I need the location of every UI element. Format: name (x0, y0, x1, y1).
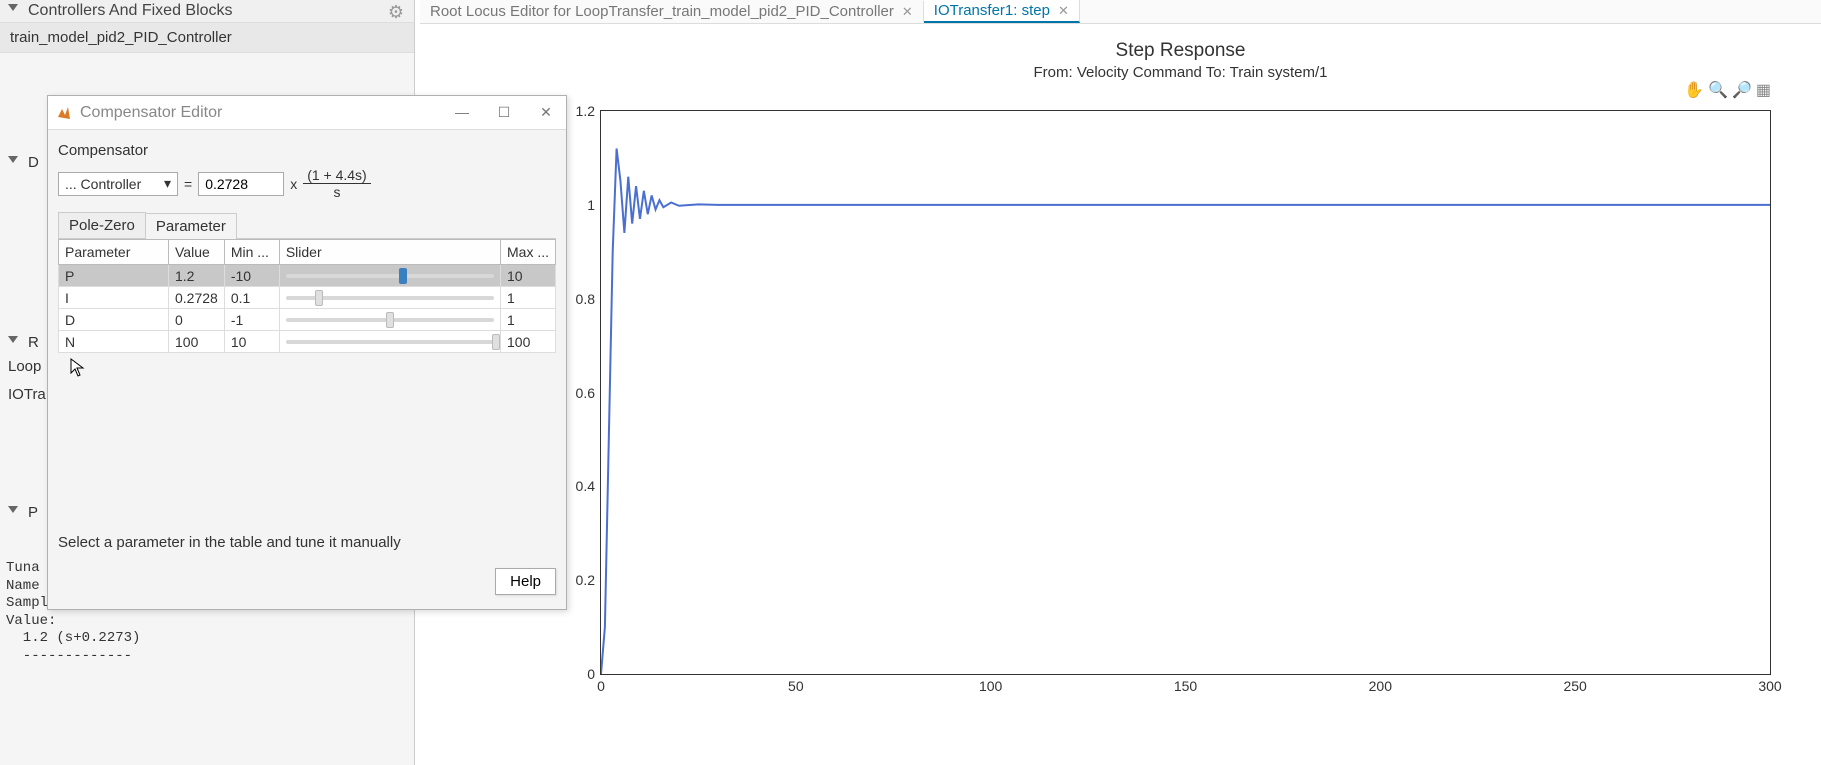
compensator-editor-dialog: Compensator Editor — ☐ ✕ Compensator ...… (47, 95, 567, 610)
param-min[interactable]: 0.1 (224, 287, 279, 309)
axes[interactable]: 00.20.40.60.811.2050100150200250300 (600, 110, 1771, 675)
y-tick: 0.8 (576, 291, 601, 307)
param-max[interactable]: 10 (501, 265, 556, 287)
minimize-button[interactable]: — (450, 104, 474, 121)
section-label-d: D (28, 154, 39, 171)
close-button[interactable]: ✕ (534, 104, 558, 121)
tab-label: Root Locus Editor for LoopTransfer_train… (430, 3, 894, 20)
table-row[interactable]: I0.27280.1 1 (59, 287, 556, 309)
y-tick: 0.4 (576, 478, 601, 494)
param-value[interactable]: 0 (169, 309, 225, 331)
step-curve (601, 111, 1770, 674)
param-value[interactable]: 1.2 (169, 265, 225, 287)
param-slider[interactable] (279, 309, 500, 331)
table-row[interactable]: N10010100 (59, 331, 556, 353)
matlab-logo-icon (56, 105, 72, 121)
formula-row: ... Controller ▾ = x (1 + 4.4s) s (58, 167, 556, 200)
x-tick: 0 (597, 674, 605, 694)
window-buttons: — ☐ ✕ (450, 104, 558, 121)
param-max[interactable]: 1 (501, 287, 556, 309)
dialog-title: Compensator Editor (80, 104, 450, 122)
param-name: N (59, 331, 169, 353)
y-tick: 1 (587, 197, 601, 213)
hint-text: Select a parameter in the table and tune… (58, 534, 401, 551)
compensator-label: Compensator (58, 138, 556, 167)
titlebar[interactable]: Compensator Editor — ☐ ✕ (48, 96, 566, 130)
param-min[interactable]: -1 (224, 309, 279, 331)
controllers-header[interactable]: Controllers And Fixed Blocks ⚙ (0, 0, 414, 22)
x-tick: 250 (1563, 674, 1586, 694)
plot-title: Step Response (560, 40, 1801, 62)
param-name: P (59, 265, 169, 287)
denominator: s (329, 184, 344, 200)
equals-sign: = (184, 176, 192, 192)
tab-pole-zero[interactable]: Pole-Zero (58, 212, 146, 238)
col-value[interactable]: Value (169, 240, 225, 265)
x-tick: 50 (788, 674, 804, 694)
col-max[interactable]: Max ... (501, 240, 556, 265)
transfer-fraction: (1 + 4.4s) s (303, 167, 371, 200)
dialog-body: Compensator ... Controller ▾ = x (1 + 4.… (48, 130, 566, 361)
main-tabs: Root Locus Editor for LoopTransfer_train… (420, 0, 1821, 24)
y-tick: 1.2 (576, 103, 601, 119)
maximize-button[interactable]: ☐ (492, 104, 516, 121)
section-label-p: P (28, 504, 38, 521)
param-value[interactable]: 100 (169, 331, 225, 353)
param-slider[interactable] (279, 265, 500, 287)
param-slider[interactable] (279, 287, 500, 309)
col-parameter[interactable]: Parameter (59, 240, 169, 265)
gear-icon[interactable]: ⚙ (388, 2, 404, 23)
x-tick: 100 (979, 674, 1002, 694)
chevron-down-icon (8, 336, 18, 343)
close-icon[interactable]: ✕ (1058, 3, 1069, 19)
help-button[interactable]: Help (495, 568, 556, 595)
param-min[interactable]: -10 (224, 265, 279, 287)
close-icon[interactable]: ✕ (902, 4, 913, 20)
numerator: (1 + 4.4s) (303, 167, 371, 184)
plot-area: Step Response From: Velocity Command To:… (560, 40, 1801, 745)
chevron-down-icon (8, 4, 18, 11)
param-name: I (59, 287, 169, 309)
x-tick: 200 (1369, 674, 1392, 694)
tabset: Pole-Zero Parameter (58, 212, 556, 239)
pan-icon[interactable]: ✋ (1684, 80, 1704, 100)
table-row[interactable]: P1.2-10 10 (59, 265, 556, 287)
zoom-in-icon[interactable]: 🔍 (1708, 80, 1728, 100)
chevron-down-icon: ▾ (164, 175, 171, 192)
param-max[interactable]: 1 (501, 309, 556, 331)
table-row[interactable]: D0-1 1 (59, 309, 556, 331)
chevron-down-icon (8, 506, 18, 513)
col-min[interactable]: Min ... (224, 240, 279, 265)
y-tick: 0.2 (576, 572, 601, 588)
loop-item[interactable]: Loop (8, 358, 41, 375)
zoom-out-icon[interactable]: 🔎 (1732, 80, 1752, 100)
grid-icon[interactable]: ▦ (1756, 80, 1771, 100)
parameter-table: Parameter Value Min ... Slider Max ... P… (58, 239, 556, 353)
controller-combo[interactable]: ... Controller ▾ (58, 172, 178, 196)
param-name: D (59, 309, 169, 331)
section-label-r: R (28, 334, 39, 351)
x-tick: 300 (1758, 674, 1781, 694)
plot-subtitle: From: Velocity Command To: Train system/… (560, 64, 1801, 81)
multiply-sign: x (290, 176, 297, 192)
controller-item[interactable]: train_model_pid2_PID_Controller (0, 22, 414, 53)
panel-header-label: Controllers And Fixed Blocks (28, 2, 233, 20)
param-value[interactable]: 0.2728 (169, 287, 225, 309)
tab-label: IOTransfer1: step (934, 2, 1050, 19)
tab-parameter[interactable]: Parameter (145, 213, 237, 239)
param-max[interactable]: 100 (501, 331, 556, 353)
x-tick: 150 (1174, 674, 1197, 694)
tab-root-locus[interactable]: Root Locus Editor for LoopTransfer_train… (420, 1, 924, 22)
gain-input[interactable] (198, 172, 284, 196)
combo-label: ... Controller (65, 176, 141, 192)
plot-toolbar: ✋ 🔍 🔎 ▦ (1684, 80, 1771, 100)
iotransfer-item[interactable]: IOTra (8, 386, 46, 403)
chevron-down-icon (8, 156, 18, 163)
y-tick: 0.6 (576, 385, 601, 401)
tab-iotransfer[interactable]: IOTransfer1: step ✕ (924, 0, 1080, 23)
col-slider[interactable]: Slider (279, 240, 500, 265)
param-min[interactable]: 10 (224, 331, 279, 353)
param-slider[interactable] (279, 331, 500, 353)
